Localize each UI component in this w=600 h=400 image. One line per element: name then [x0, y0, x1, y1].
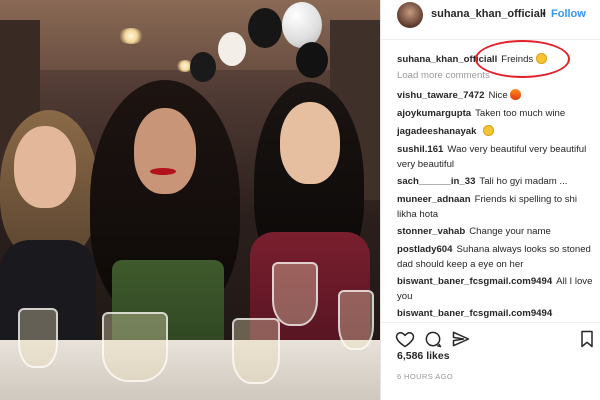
chandelier-light — [118, 28, 144, 44]
wine-glass — [338, 290, 374, 350]
comment-item: vishu_taware_7472 Nice — [397, 88, 595, 103]
comment-item: ajoykumargupta Taken too much wine — [397, 106, 595, 121]
comment-text: Taken too much wine — [475, 108, 566, 119]
wine-glass — [232, 318, 280, 384]
comment-text: Change your name — [469, 226, 551, 237]
comment-username[interactable]: muneer_adnaan — [397, 194, 471, 205]
comment-item: stonner_vahab Change your name — [397, 224, 595, 239]
heart-icon[interactable] — [395, 329, 415, 349]
comment-item: sushil.161 Wao very beautiful very beauti… — [397, 142, 595, 172]
action-bar — [381, 322, 600, 352]
comment-item: postlady604 Suhana always looks so stoned… — [397, 242, 595, 272]
avatar[interactable] — [397, 2, 423, 28]
bookmark-icon[interactable] — [577, 329, 597, 349]
likes-count[interactable]: 6,586 likes — [397, 350, 450, 362]
follow-button[interactable]: Follow — [551, 8, 586, 20]
comment-icon[interactable] — [423, 329, 443, 349]
comment-username[interactable]: vishu_taware_7472 — [397, 90, 484, 101]
comment-item: jagadeeshanayak — [397, 124, 595, 139]
comment-item: sach______in_33 Tali ho gyi madam ... — [397, 174, 595, 189]
comment-text: Nice — [488, 90, 508, 101]
load-more-comments[interactable]: Load more comments — [397, 70, 490, 81]
comment-username[interactable]: stonner_vahab — [397, 226, 465, 237]
highlight-circle — [475, 40, 570, 78]
balloon — [218, 32, 246, 66]
comment-username[interactable]: biswant_baner_fcsgmail.com9494 — [397, 308, 552, 319]
comment-username[interactable]: postlady604 — [397, 244, 452, 255]
wine-glass — [18, 308, 58, 368]
post-header: suhana_khan_officiall • Follow — [381, 0, 600, 40]
comment-item: muneer_adnaan Friends ki spelling to shi … — [397, 192, 595, 222]
comment-username[interactable]: sushil.161 — [397, 144, 443, 155]
comment-username[interactable]: biswant_baner_fcsgmail.com9494 — [397, 276, 552, 287]
comment-username[interactable]: jagadeeshanayak — [397, 126, 476, 137]
wine-glass — [272, 262, 318, 326]
comment-item: biswant_baner_fcsgmail.com9494 — [397, 306, 595, 320]
comment-text: Tali ho gyi madam ... — [479, 176, 568, 187]
author-username[interactable]: suhana_khan_officiall — [431, 8, 546, 20]
comments-list: suhana_khan_officiall Freinds Load more c… — [381, 48, 600, 320]
smile-emoji-icon — [483, 125, 495, 136]
post-timestamp: 6 HOURS AGO — [397, 372, 454, 381]
comment-username[interactable]: ajoykumargupta — [397, 108, 471, 119]
balloon — [296, 42, 328, 78]
post-photo[interactable] — [0, 0, 380, 400]
balloon — [248, 8, 282, 48]
wine-glass — [102, 312, 168, 382]
fire-emoji-icon — [510, 89, 522, 100]
share-icon[interactable] — [451, 329, 471, 349]
balloon — [282, 2, 322, 48]
separator-dot: • — [542, 8, 546, 20]
balloon — [190, 52, 216, 82]
comment-username[interactable]: sach______in_33 — [397, 176, 475, 187]
comment-item: biswant_baner_fcsgmail.com9494 All I love… — [397, 274, 595, 304]
